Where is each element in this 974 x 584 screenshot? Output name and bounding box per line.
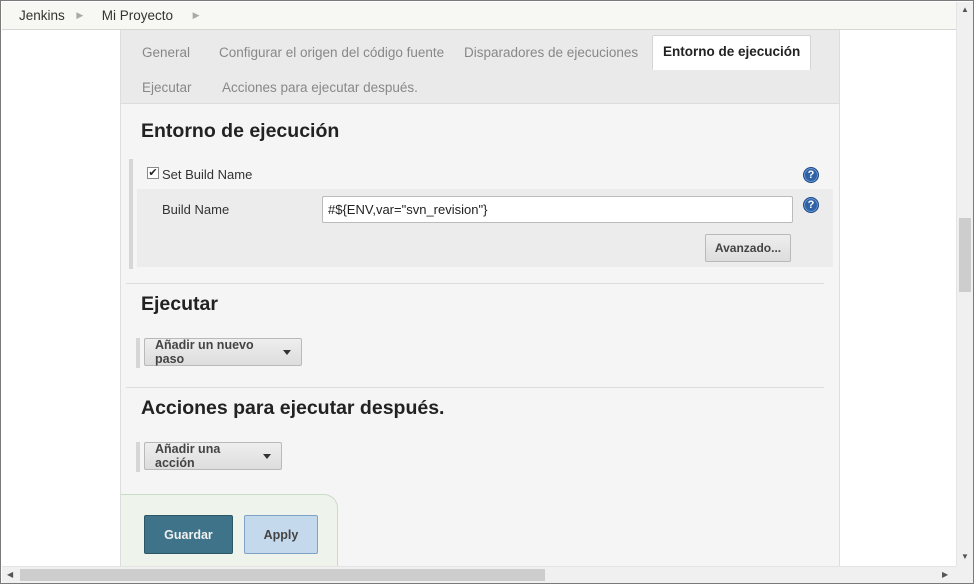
add-post-build-wrap: Añadir una acción xyxy=(136,442,282,472)
vertical-scroll-thumb[interactable] xyxy=(959,218,971,292)
config-panel: General Configurar el origen del código … xyxy=(120,30,840,574)
tab-environment[interactable]: Entorno de ejecución xyxy=(652,35,812,70)
scroll-up-icon[interactable]: ▲ xyxy=(961,5,969,14)
tab-scm[interactable]: Configurar el origen del código fuente xyxy=(219,45,444,60)
add-build-step-wrap: Añadir un nuevo paso xyxy=(136,338,302,368)
browser-viewport: Jenkins ▶ Mi Proyecto ▶ General Configur… xyxy=(0,0,974,584)
tab-triggers[interactable]: Disparadores de ejecuciones xyxy=(464,45,638,60)
add-build-step-button[interactable]: Añadir un nuevo paso xyxy=(144,338,302,366)
tab-build[interactable]: Ejecutar xyxy=(142,80,192,95)
help-icon[interactable]: ? xyxy=(803,167,819,183)
scroll-left-icon[interactable]: ◀ xyxy=(7,570,13,579)
add-post-build-action-button[interactable]: Añadir una acción xyxy=(144,442,282,470)
help-icon[interactable]: ? xyxy=(803,197,819,213)
advanced-button[interactable]: Avanzado... xyxy=(705,234,791,262)
add-post-build-action-label: Añadir una acción xyxy=(155,442,221,470)
breadcrumb-item-project[interactable]: Mi Proyecto xyxy=(85,8,183,23)
section-divider xyxy=(126,283,824,284)
scroll-down-icon[interactable]: ▼ xyxy=(961,552,969,561)
caret-down-icon xyxy=(263,453,271,459)
vertical-scrollbar[interactable]: ▲ ▼ xyxy=(956,2,973,566)
scroll-right-icon[interactable]: ▶ xyxy=(942,570,948,579)
tab-general[interactable]: General xyxy=(142,45,190,60)
apply-button[interactable]: Apply xyxy=(244,515,318,554)
chevron-right-icon[interactable]: ▶ xyxy=(75,10,85,21)
horizontal-scrollbar[interactable]: ◀ ▶ xyxy=(2,566,956,583)
section-title-environment: Entorno de ejecución xyxy=(141,120,340,142)
breadcrumb-item-jenkins[interactable]: Jenkins xyxy=(2,8,75,23)
set-build-name-label: Set Build Name xyxy=(162,167,253,182)
horizontal-scroll-thumb[interactable] xyxy=(20,569,545,581)
build-name-label: Build Name xyxy=(162,202,230,217)
tab-post-build[interactable]: Acciones para ejecutar después. xyxy=(222,80,418,95)
section-divider xyxy=(126,387,824,388)
chevron-right-icon[interactable]: ▶ xyxy=(191,10,201,21)
set-build-name-checkbox[interactable]: ✔ xyxy=(147,167,159,179)
section-title-post-build: Acciones para ejecutar después. xyxy=(141,397,445,419)
section-title-build: Ejecutar xyxy=(141,293,218,315)
build-name-input[interactable] xyxy=(322,196,793,223)
save-button[interactable]: Guardar xyxy=(144,515,233,554)
add-build-step-label: Añadir un nuevo paso xyxy=(155,338,254,366)
breadcrumb: Jenkins ▶ Mi Proyecto ▶ xyxy=(2,2,956,30)
config-tabbar: General Configurar el origen del código … xyxy=(121,30,839,104)
scrollbar-corner xyxy=(956,566,973,583)
caret-down-icon xyxy=(283,349,291,355)
